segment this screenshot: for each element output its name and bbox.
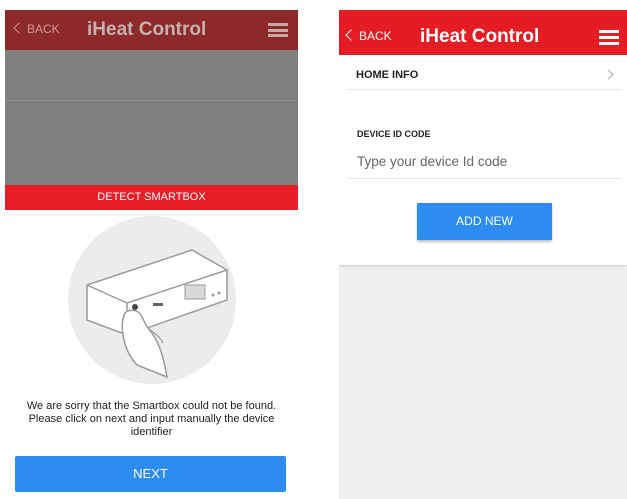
divider xyxy=(348,89,622,90)
back-button[interactable]: BACK xyxy=(13,22,60,36)
input-underline xyxy=(348,178,622,179)
app-header: BACK iHeat Control xyxy=(5,10,298,50)
home-info-row-label[interactable]: HOME INFO xyxy=(356,69,418,81)
not-found-message: We are sorry that the Smartbox could not… xyxy=(26,400,277,438)
back-label: BACK xyxy=(359,29,392,43)
device-form-panel: HOME INFO DEVICE ID CODE ADD NEW xyxy=(339,55,627,265)
chevron-right-icon[interactable] xyxy=(603,69,614,80)
hamburger-menu-icon[interactable] xyxy=(599,30,619,46)
device-id-input[interactable] xyxy=(357,149,607,173)
add-new-button[interactable]: ADD NEW xyxy=(417,203,552,240)
chevron-left-icon xyxy=(345,29,357,41)
back-button[interactable]: BACK xyxy=(345,29,392,43)
divider xyxy=(5,100,298,101)
chevron-left-icon xyxy=(13,22,25,34)
app-header: BACK iHeat Control xyxy=(339,10,627,55)
hamburger-menu-icon[interactable] xyxy=(268,23,288,37)
device-id-label: DEVICE ID CODE xyxy=(357,129,431,139)
smartbox-reset-illustration xyxy=(68,216,236,384)
next-button[interactable]: NEXT xyxy=(15,456,286,492)
add-device-screen: BACK iHeat Control HOME INFO DEVICE ID C… xyxy=(339,10,627,499)
detect-smartbox-screen: BACK iHeat Control DETECT SMARTBOX We ar… xyxy=(5,10,298,499)
back-label: BACK xyxy=(27,22,60,36)
detect-smartbox-bar: DETECT SMARTBOX xyxy=(5,185,298,210)
app-title: iHeat Control xyxy=(420,26,540,47)
app-title: iHeat Control xyxy=(87,19,207,40)
